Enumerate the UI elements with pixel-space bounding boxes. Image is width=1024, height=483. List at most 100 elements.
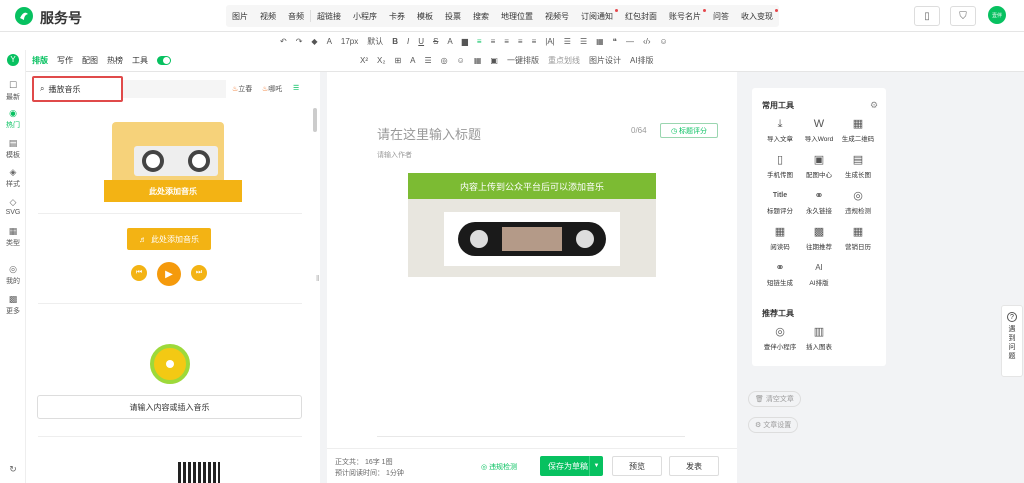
nav-item-coupon[interactable]: 卡券 [383,11,411,22]
text-color-icon[interactable]: A [447,37,452,46]
save-draft-button[interactable]: 保存为草稿 ▼ [540,456,603,476]
highlight-line-button[interactable]: 重点划线 [548,55,580,66]
tool-violation-check[interactable]: ◎ 违规检测 [836,190,880,215]
material-search-input[interactable]: ⌕ 播放音乐 [32,76,123,102]
nav-item-miniprogram[interactable]: 小程序 [347,11,383,22]
code-icon[interactable]: ‹/› [643,37,651,46]
tab-tools[interactable]: 工具 [132,55,148,66]
cassette-music-template[interactable]: 此处添加音乐 [104,122,242,204]
strikethrough-icon[interactable]: S [433,37,438,46]
panel-scrollbar[interactable] [313,108,317,132]
media-icon[interactable]: ▣ [490,56,498,65]
tool-permanent-link[interactable]: ⚭ 永久链接 [797,190,841,215]
gear-icon[interactable]: ⚙ [870,100,878,111]
nav-item-red-packet-cover[interactable]: 红包封面 [619,11,663,22]
category-type[interactable]: ▦ 类型 [0,226,26,248]
panel-resize-handle[interactable]: ‖ [316,274,319,283]
next-track-icon[interactable]: ⏭ [191,265,207,281]
nav-item-monetize[interactable]: 收入变现 [735,8,779,22]
shield-icon[interactable]: ⛉ [950,6,976,26]
title-input[interactable]: 请在这里输入标题 [377,124,481,143]
tab-hot-list[interactable]: 热榜 [107,55,123,66]
smiley-icon[interactable]: ☺ [457,56,465,65]
nav-item-vote[interactable]: 投票 [439,11,467,22]
undo-icon[interactable]: ↶ [280,37,287,46]
line-height-icon[interactable]: ☰ [425,56,432,65]
music-template-input[interactable]: 请输入内容或插入音乐 [37,395,302,419]
category-mine[interactable]: ◎ 我的 [0,264,26,286]
tab-writing[interactable]: 写作 [57,55,73,66]
tab-images[interactable]: 配图 [82,55,98,66]
justify-icon[interactable]: ≡ [518,37,523,46]
title-score-button[interactable]: ◷ 标题评分 [660,123,718,138]
category-more[interactable]: ▩ 更多 [0,294,26,316]
unordered-list-icon[interactable]: ☰ [564,37,571,46]
tool-short-link[interactable]: ⚭ 短链生成 [758,262,802,287]
border-icon[interactable]: ⊞ [394,56,401,65]
nav-item-location[interactable]: 地理位置 [495,11,539,22]
nav-item-audio[interactable]: 音频 [282,11,310,22]
avatar[interactable]: 壹伴 [988,6,1006,24]
font-size-select[interactable]: 17px [341,37,358,46]
ai-layout-button[interactable]: AI排版 [630,55,654,66]
preview-button[interactable]: 预览 [612,456,662,476]
font-color-icon[interactable]: A [327,37,332,46]
tool-title-score[interactable]: Title 标题评分 [758,190,802,215]
superscript-icon[interactable]: X² [360,56,368,65]
nav-item-image[interactable]: 图片 [226,11,254,22]
format-brush-icon[interactable]: ◆ [311,37,317,46]
tool-image-center[interactable]: ▣ 配图中心 [797,154,841,179]
table-icon[interactable]: ▦ [596,37,604,46]
italic-icon[interactable]: I [407,37,409,46]
search-field-extension[interactable] [122,80,226,98]
nav-item-channels[interactable]: 视频号 [539,11,575,22]
image-icon[interactable]: ▦ [474,56,482,65]
subscript-icon[interactable]: X₂ [377,56,385,65]
tool-ai-layout[interactable]: AI AI排版 [797,262,841,287]
clear-article-button[interactable]: 🗑 清空文章 [748,391,801,407]
article-settings-button[interactable]: ⚙ 文章设置 [748,417,799,433]
tool-marketing-calendar[interactable]: ▦ 营销日历 [836,226,880,251]
divider-line-icon[interactable]: — [626,37,634,46]
music-player-template[interactable]: ♬ 此处添加音乐 [127,228,211,250]
quote-icon[interactable]: ❝ [613,37,617,46]
violation-check-link[interactable]: ◎ 违规检测 [481,462,517,472]
chevron-down-icon[interactable]: ▼ [589,456,603,476]
help-button[interactable]: ? 遇 到 问 题 [1001,305,1023,377]
nav-item-template[interactable]: 模板 [411,11,439,22]
redo-icon[interactable]: ↷ [296,37,303,46]
author-input[interactable]: 请输入作者 [377,150,412,160]
indent-icon[interactable]: ≡ [532,37,537,46]
nav-item-subscribe-notice[interactable]: 订阅通知 [575,8,619,22]
play-icon[interactable]: ▶ [157,262,181,286]
publish-button[interactable]: 发表 [669,456,719,476]
list-view-icon[interactable]: ☰ [293,84,299,92]
previous-track-icon[interactable]: ⏮ [131,265,147,281]
category-hot[interactable]: ◉ 热门 [0,108,26,130]
tool-import-word[interactable]: W 导入Word [797,118,841,143]
nav-item-qa[interactable]: 问答 [707,11,735,22]
tool-phone-upload[interactable]: ▯ 手机传图 [758,154,802,179]
tool-generate-qrcode[interactable]: ▦ 生成二维码 [836,118,880,143]
clear-format-icon[interactable]: ◎ [441,56,448,65]
emoji-icon[interactable]: ☺ [660,37,668,46]
category-latest[interactable]: ☐ 最新 [0,80,26,102]
ordered-list-icon[interactable]: ☰ [580,37,587,46]
tab-layout[interactable]: 排版 [32,55,48,66]
refresh-icon[interactable]: ↻ [0,464,26,476]
nav-item-video[interactable]: 视频 [254,11,282,22]
align-center-icon[interactable]: ≡ [491,37,496,46]
font-family-select[interactable]: 默认 [367,36,383,47]
tool-insert-chart[interactable]: ▥ 插入图表 [797,326,841,351]
align-right-icon[interactable]: ≡ [504,37,509,46]
hot-tag-lichun[interactable]: ♨立春 [232,84,252,94]
nav-item-account-card[interactable]: 账号名片 [663,8,707,22]
tool-yiban-miniprogram[interactable]: ◎ 壹伴小程序 [758,326,802,351]
text-effect-icon[interactable]: A [410,56,415,65]
panel-toggle-switch[interactable] [157,55,171,65]
category-style[interactable]: ◈ 样式 [0,167,26,189]
letter-spacing-icon[interactable]: |A| [545,37,555,46]
phone-preview-icon[interactable]: ▯ [914,6,940,26]
underline-icon[interactable]: U [418,37,424,46]
tool-read-code[interactable]: ▦ 阅读码 [758,226,802,251]
